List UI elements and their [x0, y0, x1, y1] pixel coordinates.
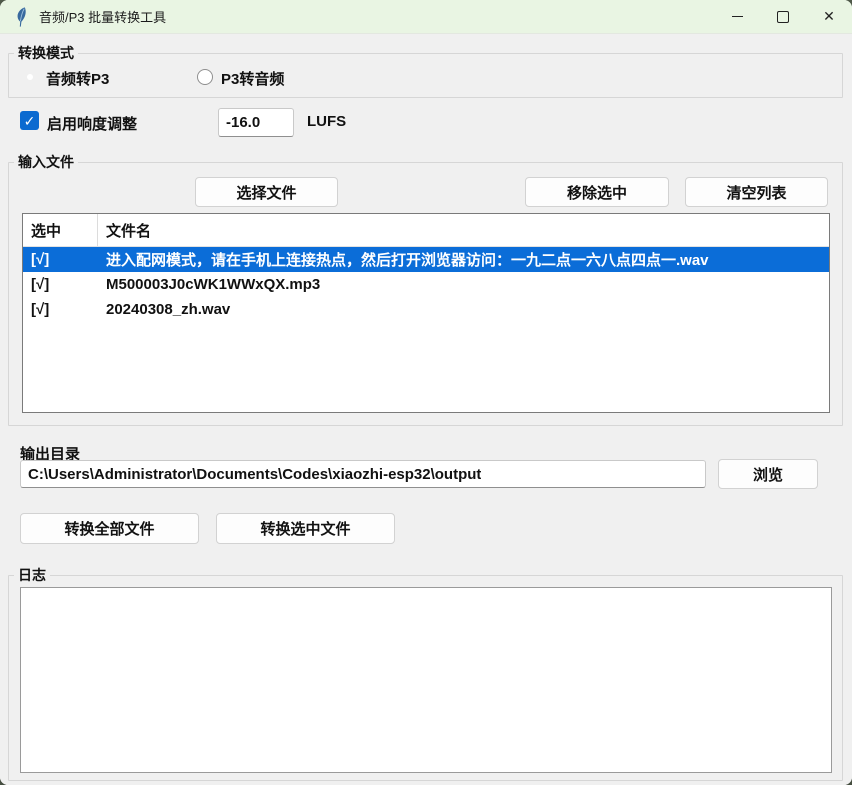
row-checked: [√]	[23, 276, 98, 293]
loudness-checkbox-label[interactable]: 启用响度调整	[47, 113, 137, 134]
row-filename: M500003J0cWK1WWxQX.mp3	[98, 276, 829, 293]
mode-group-label: 转换模式	[14, 45, 78, 61]
file-table-header: 选中 文件名	[23, 214, 829, 247]
maximize-icon	[777, 11, 789, 23]
header-filename[interactable]: 文件名	[98, 220, 829, 241]
output-dir-value: C:\Users\Administrator\Documents\Codes\x…	[28, 466, 481, 483]
check-icon: ✓	[24, 114, 36, 128]
close-icon: ✕	[823, 8, 835, 25]
minimize-button[interactable]	[714, 0, 760, 33]
client-area: 转换模式 音频转P3 P3转音频 ✓ 启用响度调整 -16.0 LUFS 输入文…	[0, 34, 852, 785]
row-checked: [√]	[23, 251, 98, 268]
app-window: 音频/P3 批量转换工具 ✕ 转换模式 音频转P3 P3转音频 ✓ 启用响度调整…	[0, 0, 852, 785]
lufs-value: -16.0	[226, 114, 260, 131]
select-files-button[interactable]: 选择文件	[195, 177, 338, 207]
table-row[interactable]: [√] 进入配网模式，请在手机上连接热点，然后打开浏览器访问：一九二点一六八点四…	[23, 247, 829, 272]
header-checked[interactable]: 选中	[23, 214, 98, 246]
table-row[interactable]: [√] M500003J0cWK1WWxQX.mp3	[23, 272, 829, 297]
lufs-input[interactable]: -16.0	[218, 108, 294, 137]
radio-p3-to-audio[interactable]	[197, 69, 213, 85]
row-filename: 20240308_zh.wav	[98, 301, 829, 318]
convert-all-button[interactable]: 转换全部文件	[20, 513, 199, 544]
maximize-button[interactable]	[760, 0, 806, 33]
input-files-label: 输入文件	[14, 154, 78, 170]
loudness-checkbox[interactable]: ✓	[20, 111, 39, 130]
log-group-label: 日志	[14, 567, 50, 583]
convert-selected-button[interactable]: 转换选中文件	[216, 513, 395, 544]
file-table: 选中 文件名 [√] 进入配网模式，请在手机上连接热点，然后打开浏览器访问：一九…	[22, 213, 830, 413]
title-bar: 音频/P3 批量转换工具 ✕	[0, 0, 852, 34]
row-filename: 进入配网模式，请在手机上连接热点，然后打开浏览器访问：一九二点一六八点四点一.w…	[98, 249, 829, 270]
output-dir-input[interactable]: C:\Users\Administrator\Documents\Codes\x…	[20, 460, 706, 488]
close-button[interactable]: ✕	[806, 0, 852, 33]
clear-list-button[interactable]: 清空列表	[685, 177, 828, 207]
radio-audio-to-p3-label[interactable]: 音频转P3	[46, 68, 109, 89]
window-title: 音频/P3 批量转换工具	[39, 7, 166, 26]
row-checked: [√]	[23, 301, 98, 318]
browse-button[interactable]: 浏览	[718, 459, 818, 489]
table-row[interactable]: [√] 20240308_zh.wav	[23, 297, 829, 322]
minimize-icon	[732, 16, 743, 17]
log-textarea[interactable]	[20, 587, 832, 773]
remove-selected-button[interactable]: 移除选中	[525, 177, 669, 207]
python-feather-icon	[13, 7, 28, 27]
mode-groupbox	[8, 53, 843, 98]
radio-p3-to-audio-label[interactable]: P3转音频	[221, 68, 284, 89]
lufs-unit-label: LUFS	[307, 113, 346, 130]
